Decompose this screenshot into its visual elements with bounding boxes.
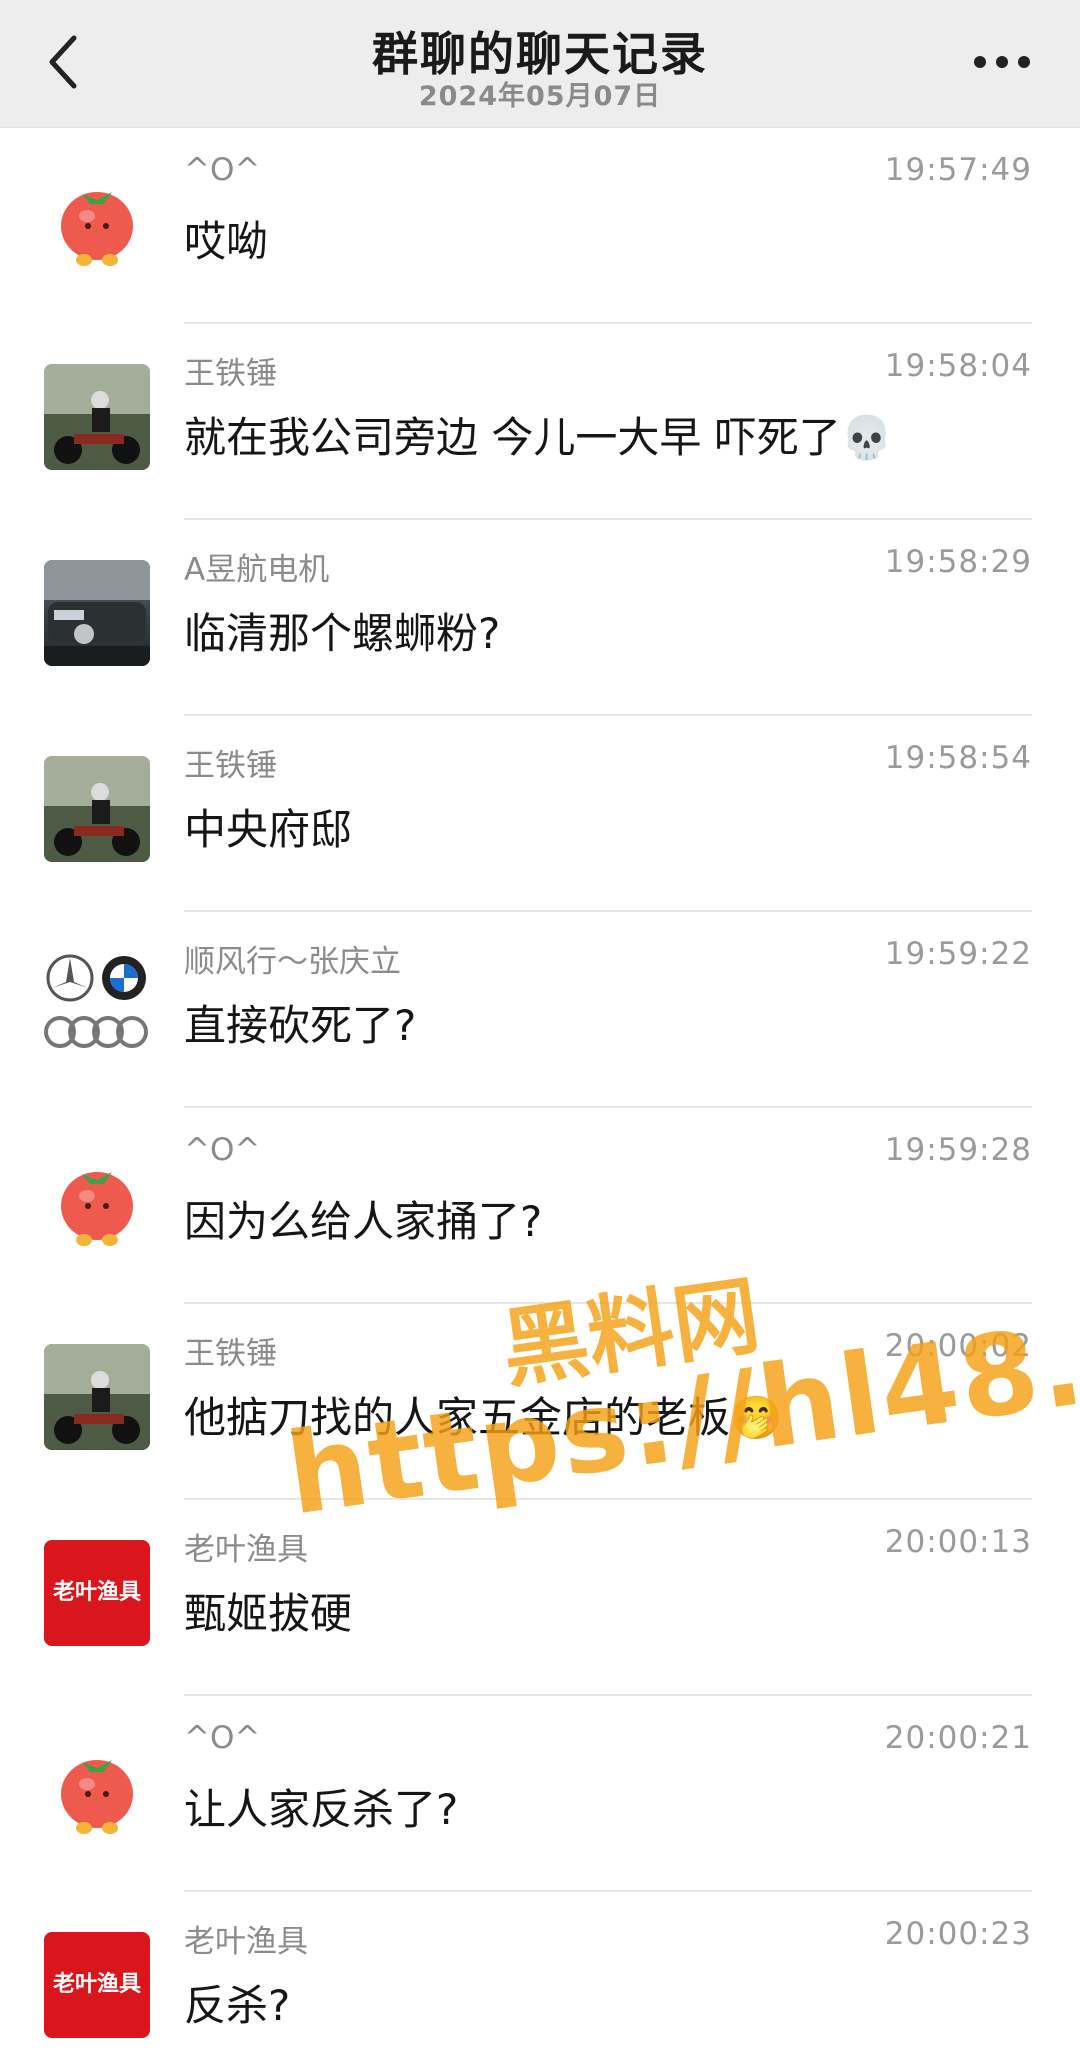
message-row[interactable]: ^O^ 19:59:28 因为么给人家捅了? [0,1108,1080,1304]
message-time: 20:00:02 [884,1328,1032,1364]
message-time: 20:00:21 [884,1720,1032,1756]
car-avatar[interactable] [44,560,150,666]
sender-name: ^O^ [184,1132,261,1168]
motorcycle-rider-avatar[interactable] [44,756,150,862]
sender-name: 老叶渔具 [184,1532,308,1568]
message-row[interactable]: 王铁锤 19:58:04 就在我公司旁边 今儿一大早 吓死了💀 [0,324,1080,520]
message-row[interactable]: 王铁锤 20:00:02 他掂刀找的人家五金店的老板🤭 [0,1304,1080,1500]
message-row[interactable]: 老叶渔具 老叶渔具 20:00:23 反杀? [0,1892,1080,2063]
sender-name: A昱航电机 [184,552,330,588]
tomato-avatar[interactable] [44,1148,150,1254]
message-row[interactable]: ^O^ 20:00:21 让人家反杀了? [0,1696,1080,1892]
message-text: 直接砍死了? [184,1001,417,1050]
page-date: 2024年05月07日 [418,81,662,112]
shop-logo-avatar[interactable]: 老叶渔具 [44,1540,150,1646]
shop-logo-avatar[interactable]: 老叶渔具 [44,1932,150,2038]
message-text: 因为么给人家捅了? [184,1197,543,1246]
message-row[interactable]: 顺风行～张庆立 19:59:22 直接砍死了? [0,912,1080,1108]
message-text: 他掂刀找的人家五金店的老板🤭 [184,1393,783,1442]
message-time: 19:58:29 [884,544,1032,580]
message-row[interactable]: A昱航电机 19:58:29 临清那个螺蛳粉? [0,520,1080,716]
message-text: 反杀? [184,1981,291,2030]
title-bar: 群聊的聊天记录 2024年05月07日 [0,0,1080,128]
shop-logo-text: 老叶渔具 [52,1579,141,1605]
car-logos-avatar[interactable] [44,952,150,1058]
sender-name: ^O^ [184,1720,261,1756]
message-time: 19:59:22 [884,936,1032,972]
tomato-avatar[interactable] [44,168,150,274]
motorcycle-rider-avatar[interactable] [44,1344,150,1450]
message-text: 让人家反杀了? [184,1785,459,1834]
message-list: ^O^ 19:57:49 哎呦王铁锤 19:58:04 就在我公司旁边 今儿一大早 吓死… [0,128,1080,2063]
message-row[interactable]: 老叶渔具 老叶渔具 20:00:13 甄姬拔硬 [0,1500,1080,1696]
message-text: 哎呦 [184,217,269,266]
message-time: 19:58:54 [884,740,1032,776]
message-row[interactable]: 王铁锤 19:58:54 中央府邸 [0,716,1080,912]
message-time: 19:57:49 [884,152,1032,188]
more-horizontal-icon[interactable] [972,50,1032,74]
message-time: 19:58:04 [884,348,1032,384]
message-row[interactable]: ^O^ 19:57:49 哎呦 [0,128,1080,324]
tomato-avatar[interactable] [44,1736,150,1842]
sender-name: 老叶渔具 [184,1924,308,1960]
message-time: 20:00:13 [884,1524,1032,1560]
sender-name: 王铁锤 [184,356,277,392]
message-text: 中央府邸 [184,805,353,854]
message-text: 甄姬拔硬 [184,1589,353,1638]
sender-name: 王铁锤 [184,748,277,784]
message-text: 就在我公司旁边 今儿一大早 吓死了💀 [184,413,893,462]
sender-name: 王铁锤 [184,1336,277,1372]
shop-logo-text: 老叶渔具 [52,1971,141,1997]
message-time: 20:00:23 [884,1916,1032,1952]
message-text: 临清那个螺蛳粉? [184,609,501,658]
message-time: 19:59:28 [884,1132,1032,1168]
sender-name: 顺风行～张庆立 [184,944,401,980]
sender-name: ^O^ [184,152,261,188]
motorcycle-rider-avatar[interactable] [44,364,150,470]
